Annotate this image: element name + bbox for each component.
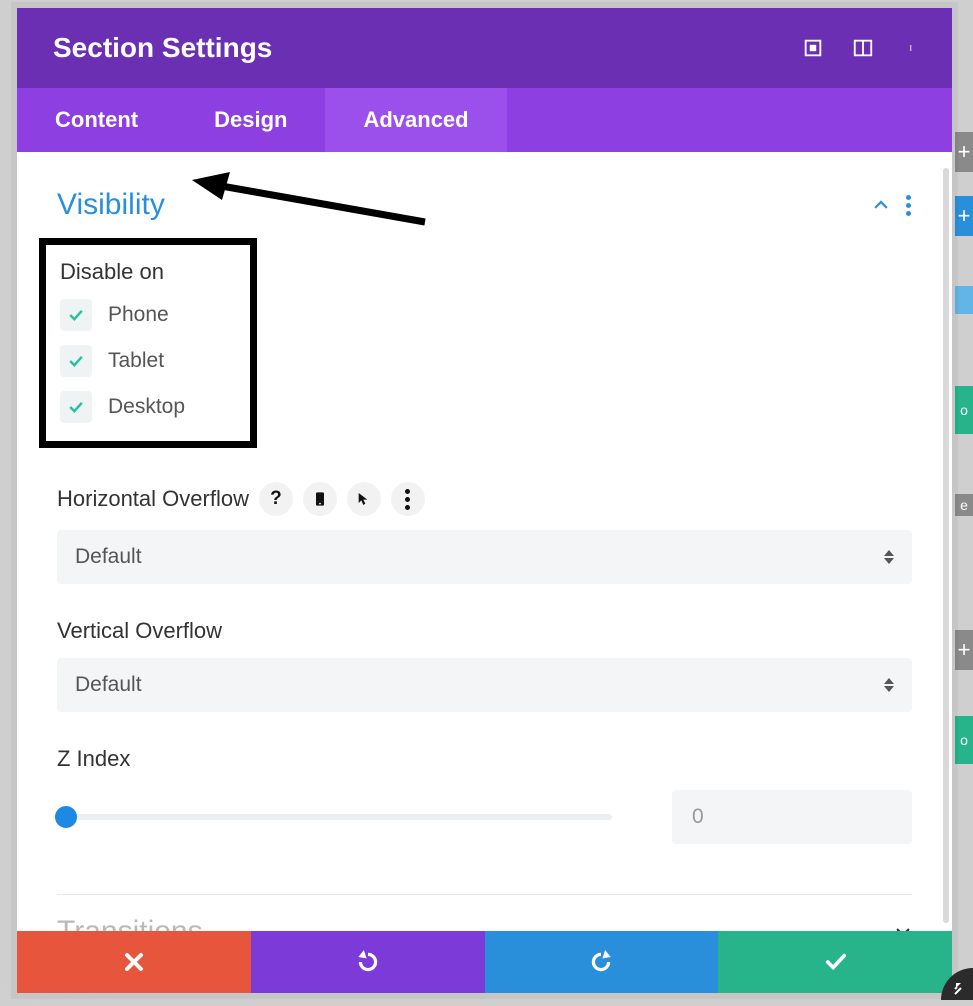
- slider-track: [57, 814, 612, 820]
- z-index-field: Z Index 0: [57, 746, 912, 844]
- select-arrows-icon: [884, 678, 894, 692]
- columns-icon[interactable]: [852, 37, 874, 59]
- redo-icon: [588, 949, 614, 975]
- disable-tablet-row: Tablet: [60, 345, 236, 377]
- disable-on-label: Disable on: [60, 259, 236, 285]
- more-icon[interactable]: [902, 37, 924, 59]
- modal-body: Visibility Disable on Phone Tablet Deskt…: [17, 152, 952, 931]
- tab-advanced[interactable]: Advanced: [325, 88, 506, 152]
- undo-icon: [355, 949, 381, 975]
- tab-design[interactable]: Design: [176, 88, 325, 152]
- section-visibility-header[interactable]: Visibility: [57, 182, 912, 240]
- horizontal-overflow-value: Default: [75, 545, 142, 569]
- section-visibility-title: Visibility: [57, 188, 165, 222]
- redo-button[interactable]: [485, 931, 719, 993]
- section-transitions-title: Transitions: [57, 915, 203, 931]
- z-index-slider[interactable]: [57, 807, 612, 827]
- modal-title: Section Settings: [53, 32, 802, 64]
- tabs: Content Design Advanced: [17, 88, 952, 152]
- bg-add-blue[interactable]: +: [955, 196, 973, 236]
- z-index-label: Z Index: [57, 746, 130, 772]
- titlebar: Section Settings: [17, 8, 952, 88]
- disable-on-box: Disable on Phone Tablet Desktop: [39, 238, 257, 448]
- select-arrows-icon: [884, 550, 894, 564]
- disable-phone-checkbox[interactable]: [60, 299, 92, 331]
- bg-block-e: e: [955, 494, 973, 516]
- bg-block-blue: [955, 286, 973, 314]
- section-visibility-more-icon[interactable]: [906, 195, 912, 216]
- disable-desktop-checkbox[interactable]: [60, 391, 92, 423]
- slider-thumb[interactable]: [55, 806, 77, 828]
- bg-block-green-1: o: [955, 386, 973, 434]
- settings-modal: Section Settings Content Design Advanced…: [17, 8, 952, 993]
- vertical-overflow-field: Vertical Overflow Default: [57, 618, 912, 712]
- vertical-overflow-select[interactable]: Default: [57, 658, 912, 712]
- z-index-input[interactable]: 0: [672, 790, 912, 844]
- disable-desktop-label: Desktop: [108, 395, 185, 419]
- chevron-up-icon[interactable]: [872, 196, 890, 214]
- vertical-overflow-value: Default: [75, 673, 142, 697]
- horizontal-overflow-field: Horizontal Overflow ? Default: [57, 482, 912, 584]
- horizontal-overflow-select[interactable]: Default: [57, 530, 912, 584]
- hover-icon[interactable]: [347, 482, 381, 516]
- cancel-button[interactable]: [17, 931, 251, 993]
- disable-desktop-row: Desktop: [60, 391, 236, 423]
- close-icon: [122, 950, 146, 974]
- disable-phone-label: Phone: [108, 303, 169, 327]
- field-more-icon[interactable]: [391, 482, 425, 516]
- undo-button[interactable]: [251, 931, 485, 993]
- vertical-overflow-label: Vertical Overflow: [57, 618, 222, 644]
- disable-phone-row: Phone: [60, 299, 236, 331]
- save-button[interactable]: [718, 931, 952, 993]
- responsive-icon[interactable]: [303, 482, 337, 516]
- bg-block-green-2: o: [955, 716, 973, 764]
- scrollbar[interactable]: [943, 168, 949, 923]
- chevron-down-icon[interactable]: [894, 923, 912, 931]
- help-icon[interactable]: ?: [259, 482, 293, 516]
- bg-add-gray-2[interactable]: +: [955, 630, 973, 670]
- disable-tablet-checkbox[interactable]: [60, 345, 92, 377]
- check-icon: [821, 951, 849, 973]
- expand-icon[interactable]: [802, 37, 824, 59]
- horizontal-overflow-label: Horizontal Overflow: [57, 486, 249, 512]
- disable-tablet-label: Tablet: [108, 349, 164, 373]
- tab-content[interactable]: Content: [17, 88, 176, 152]
- footer: [17, 931, 952, 993]
- section-divider: [57, 894, 912, 895]
- bg-add-gray[interactable]: +: [955, 132, 973, 172]
- section-transitions-header[interactable]: Transitions: [57, 909, 912, 931]
